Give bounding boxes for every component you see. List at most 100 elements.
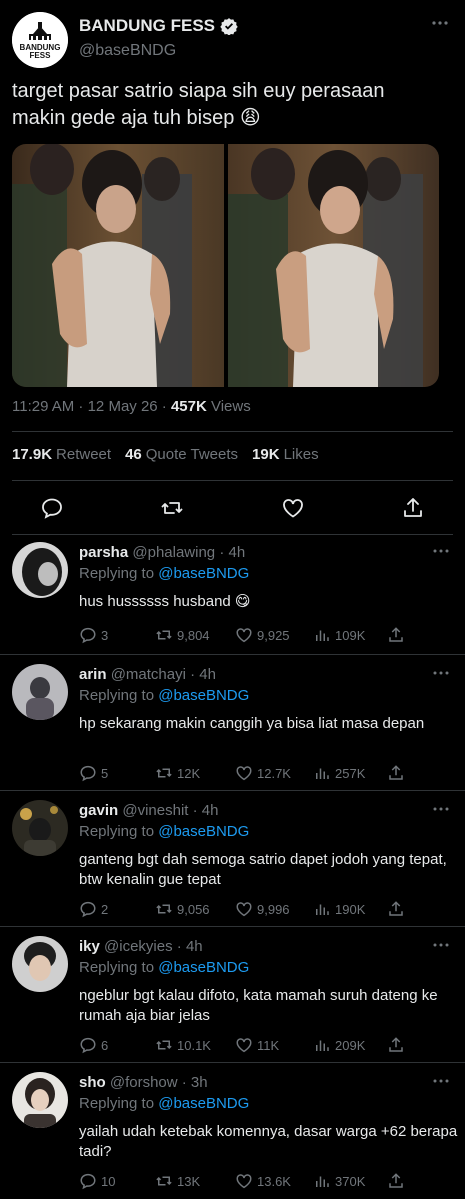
tweet-stats: 17.9K Retweet 46 Quote Tweets 19K Likes xyxy=(12,446,319,463)
reply-comment-action[interactable]: 3 xyxy=(79,626,155,644)
reply-author-name[interactable]: iky xyxy=(79,938,100,955)
reply-author-name[interactable]: sho xyxy=(79,1074,106,1091)
reply-author-handle[interactable]: @matchayi · 4h xyxy=(111,666,216,683)
likes-stat[interactable]: 19K Likes xyxy=(252,446,319,463)
logo-line-2: FESS xyxy=(30,51,52,60)
reply-author-handle[interactable]: @icekyies · 4h xyxy=(104,938,203,955)
divider xyxy=(0,654,465,655)
replying-to: Replying to @baseBNDG xyxy=(79,687,250,704)
share-icon[interactable] xyxy=(387,764,405,782)
divider xyxy=(0,926,465,927)
reply-text: hp sekarang makin canggih ya bisa liat m… xyxy=(79,715,425,732)
account-name[interactable]: BANDUNG FESS xyxy=(79,16,238,36)
reply-action-bar: 2 9,056 9,996 190K xyxy=(79,900,409,918)
tweet-views-label: Views xyxy=(206,398,251,415)
replying-to-link[interactable]: @baseBNDG xyxy=(158,565,249,582)
avatar[interactable] xyxy=(12,936,68,992)
reply-author-name[interactable]: parsha xyxy=(79,544,128,561)
share-icon[interactable] xyxy=(387,1036,405,1054)
reply-author-name[interactable]: arin xyxy=(79,666,107,683)
replying-to: Replying to @baseBNDG xyxy=(79,959,250,976)
reply-like-action[interactable]: 12.7K xyxy=(235,764,313,782)
reply-comment-action[interactable]: 5 xyxy=(79,764,155,782)
reply-author-handle[interactable]: @forshow · 3h xyxy=(110,1074,208,1091)
reply-author-handle[interactable]: @vineshit · 4h xyxy=(122,802,218,819)
reply-item[interactable]: parsha @phalawing · 4h Replying to @base… xyxy=(0,536,465,654)
divider xyxy=(0,790,465,791)
divider xyxy=(12,431,453,432)
reply-item[interactable]: iky @icekyies · 4h Replying to @baseBNDG… xyxy=(0,930,465,1062)
reply-views-stat[interactable]: 257K xyxy=(313,764,387,782)
more-options-icon[interactable] xyxy=(433,548,449,554)
tweet-timestamp: 11:29 AM · 12 May 26 · xyxy=(12,398,171,415)
avatar[interactable] xyxy=(12,664,68,720)
reply-like-action[interactable]: 11K xyxy=(235,1036,313,1054)
tweet-media[interactable] xyxy=(12,144,439,387)
tweet-header: BANDUNG FESS BANDUNG FESS @baseBNDG xyxy=(12,12,453,74)
more-options-icon[interactable] xyxy=(433,670,449,676)
retweet-icon[interactable] xyxy=(160,496,184,520)
reply-item[interactable]: arin @matchayi · 4h Replying to @baseBND… xyxy=(0,658,465,790)
tweet-meta: 11:29 AM · 12 May 26 · 457K Views xyxy=(12,398,251,415)
media-photo-2[interactable] xyxy=(227,144,440,387)
more-options-icon[interactable] xyxy=(433,1078,449,1084)
retweet-stat[interactable]: 17.9K Retweet xyxy=(12,446,111,463)
reply-like-action[interactable]: 13.6K xyxy=(235,1172,313,1190)
reply-retweet-action[interactable]: 10.1K xyxy=(155,1036,235,1054)
tweet-text: target pasar satrio siapa sih euy perasa… xyxy=(12,80,385,129)
reply-action-bar: 6 10.1K 11K 209K xyxy=(79,1036,409,1054)
reply-retweet-action[interactable]: 9,056 xyxy=(155,900,235,918)
share-icon[interactable] xyxy=(401,496,425,520)
avatar[interactable] xyxy=(12,1072,68,1128)
replying-to: Replying to @baseBNDG xyxy=(79,1095,250,1112)
tweet-views-count: 457K xyxy=(170,398,207,415)
share-icon[interactable] xyxy=(387,626,405,644)
reply-views-stat[interactable]: 109K xyxy=(313,626,387,644)
replying-to-link[interactable]: @baseBNDG xyxy=(158,687,249,704)
account-handle[interactable]: @baseBNDG xyxy=(79,42,176,60)
reply-action-bar: 10 13K 13.6K 370K xyxy=(79,1172,409,1190)
reply-comment-action[interactable]: 2 xyxy=(79,900,155,918)
share-icon[interactable] xyxy=(387,900,405,918)
reply-author-name[interactable]: gavin xyxy=(79,802,118,819)
reply-views-stat[interactable]: 190K xyxy=(313,900,387,918)
reply-action-bar: 5 12K 12.7K 257K xyxy=(79,764,409,782)
more-options-icon[interactable] xyxy=(433,942,449,948)
divider xyxy=(12,480,453,481)
reply-retweet-action[interactable]: 13K xyxy=(155,1172,235,1190)
replying-to-link[interactable]: @baseBNDG xyxy=(158,823,249,840)
media-photo-1[interactable] xyxy=(12,144,224,387)
like-icon[interactable] xyxy=(281,496,305,520)
replying-to: Replying to @baseBNDG xyxy=(79,565,250,582)
replying-to-link[interactable]: @baseBNDG xyxy=(158,959,249,976)
reply-item[interactable]: gavin @vineshit · 4h Replying to @baseBN… xyxy=(0,794,465,926)
account-name-text: BANDUNG FESS xyxy=(79,16,216,35)
replying-to-link[interactable]: @baseBNDG xyxy=(158,1095,249,1112)
divider xyxy=(0,1062,465,1063)
divider xyxy=(12,534,453,535)
reply-like-action[interactable]: 9,996 xyxy=(235,900,313,918)
replying-to: Replying to @baseBNDG xyxy=(79,823,250,840)
verified-badge-icon xyxy=(220,17,238,35)
more-options-icon[interactable] xyxy=(431,20,449,26)
avatar[interactable] xyxy=(12,800,68,856)
share-icon[interactable] xyxy=(387,1172,405,1190)
reply-retweet-action[interactable]: 9,804 xyxy=(155,626,235,644)
quote-stat[interactable]: 46 Quote Tweets xyxy=(125,446,238,463)
reply-retweet-action[interactable]: 12K xyxy=(155,764,235,782)
reply-views-stat[interactable]: 209K xyxy=(313,1036,387,1054)
reply-text: ganteng bgt dah semoga satrio dapet jodo… xyxy=(79,851,447,888)
reply-author-handle[interactable]: @phalawing · 4h xyxy=(132,544,245,561)
reply-text: hus hussssss husband 😋 xyxy=(79,593,251,610)
reply-comment-action[interactable]: 10 xyxy=(79,1172,155,1190)
avatar[interactable] xyxy=(12,542,68,598)
reply-views-stat[interactable]: 370K xyxy=(313,1172,387,1190)
reply-text: yailah udah ketebak komennya, dasar warg… xyxy=(79,1123,458,1160)
reply-comment-action[interactable]: 6 xyxy=(79,1036,155,1054)
reply-action-bar: 3 9,804 9,925 109K xyxy=(79,626,409,644)
account-avatar[interactable]: BANDUNG FESS xyxy=(12,12,68,68)
reply-icon[interactable] xyxy=(40,496,64,520)
reply-like-action[interactable]: 9,925 xyxy=(235,626,313,644)
more-options-icon[interactable] xyxy=(433,806,449,812)
reply-item[interactable]: sho @forshow · 3h Replying to @baseBNDG … xyxy=(0,1066,465,1199)
